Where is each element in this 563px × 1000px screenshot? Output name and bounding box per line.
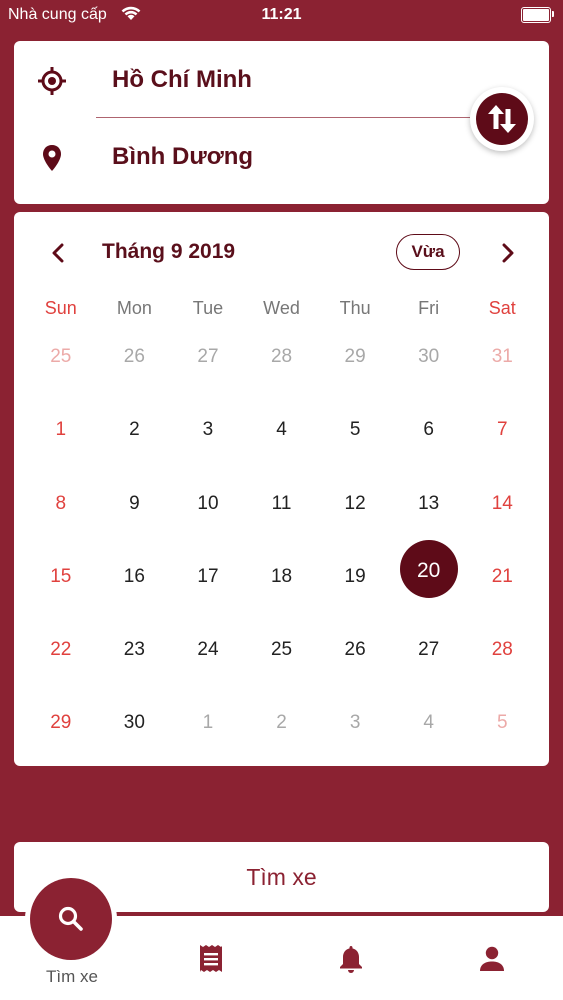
calendar-day[interactable]: 5 [465,692,539,765]
calendar-week: 15 16 17 18 19 20 21 [24,539,539,619]
calendar-day[interactable]: 9 [98,473,172,546]
origin-name: Hồ Chí Minh [112,66,252,93]
calendar-day[interactable]: 24 [171,619,245,692]
calendar-day[interactable]: 25 [24,326,98,399]
calendar-day[interactable]: 15 [24,546,98,619]
calendar-week: 8 9 10 11 12 13 14 [24,473,539,546]
weekday-label: Wed [263,298,300,318]
month-title: Tháng 9 2019 [102,240,236,263]
calendar-day[interactable]: 4 [392,692,466,765]
tab-notifications[interactable] [337,944,365,979]
calendar-day[interactable]: 27 [392,619,466,692]
calendar-week: 1 2 3 4 5 6 7 [24,399,539,472]
weekday-header: Sun Mon Tue Wed Thu Fri Sat [24,298,539,322]
route-divider [96,117,470,118]
calendar-day[interactable]: 5 [318,399,392,472]
weekday-label: Mon [116,298,152,318]
calendar-header: Tháng 9 2019 Vừa [14,212,549,292]
calendar-week: 29 30 1 2 3 4 5 [24,692,539,765]
calendar-day[interactable]: 19 [318,546,392,619]
tab-account[interactable] [478,944,506,979]
calendar-day[interactable]: 17 [171,546,245,619]
calendar-day[interactable]: 23 [98,619,172,692]
route-card: Hồ Chí Minh Bình Dương [14,41,549,204]
calendar-day[interactable]: 3 [171,399,245,472]
calendar-day[interactable]: 28 [245,326,319,399]
calendar-day[interactable]: 26 [98,326,172,399]
calendar-day[interactable]: 16 [98,546,172,619]
tab-search[interactable] [30,878,112,960]
calendar-day[interactable]: 29 [24,692,98,765]
calendar-day[interactable]: 31 [465,326,539,399]
calendar-day[interactable]: 10 [171,473,245,546]
swap-icon [488,105,516,133]
calendar-day[interactable]: 14 [465,473,539,546]
bell-icon [340,946,362,973]
calendar-day[interactable]: 1 [24,399,98,472]
status-bar: Nhà cung cấp 11:21 [0,0,563,32]
calendar-day[interactable]: 8 [24,473,98,546]
calendar-day-selected[interactable]: 20 [392,539,466,619]
user-icon [480,946,504,971]
next-month-button[interactable] [492,238,522,268]
target-location-icon [36,65,68,97]
search-icon [58,906,83,931]
tab-tickets[interactable] [197,944,225,979]
weekday-label: Fri [418,298,440,318]
status-time: 11:21 [261,6,302,23]
weekday-label: Sat [488,298,516,318]
calendar-day[interactable]: 2 [245,692,319,765]
calendar-day[interactable]: 27 [171,326,245,399]
calendar-day[interactable]: 13 [392,473,466,546]
calendar-day[interactable]: 1 [171,692,245,765]
today-button[interactable]: Vừa [396,234,460,270]
calendar-day[interactable]: 28 [465,619,539,692]
tab-search-label: Tìm xe [46,967,98,986]
calendar-day[interactable]: 2 [98,399,172,472]
chevron-right-icon [502,243,514,263]
calendar-day[interactable]: 29 [318,326,392,399]
calendar-day[interactable]: 30 [392,326,466,399]
calendar-day[interactable]: 11 [245,473,319,546]
destination-row[interactable]: Bình Dương [14,126,549,186]
calendar-day[interactable]: 3 [318,692,392,765]
calendar-day[interactable]: 6 [392,399,466,472]
calendar-day[interactable]: 7 [465,399,539,472]
calendar-week: 22 23 24 25 26 27 28 [24,619,539,692]
calendar-day[interactable]: 4 [245,399,319,472]
prev-month-button[interactable] [44,238,74,268]
chevron-left-icon [52,243,64,263]
origin-row[interactable]: Hồ Chí Minh [14,49,549,109]
calendar-day[interactable]: 26 [318,619,392,692]
calendar-day[interactable]: 30 [98,692,172,765]
swap-route-button[interactable] [470,87,534,151]
calendar-day[interactable]: 25 [245,619,319,692]
destination-name: Bình Dương [112,143,254,170]
weekday-label: Thu [339,298,371,318]
weekday-label: Sun [44,298,77,318]
calendar-day[interactable]: 12 [318,473,392,546]
calendar-day[interactable]: 22 [24,619,98,692]
calendar-card: Tháng 9 2019 Vừa Sun Mon Tue Wed Thu Fri… [14,212,549,766]
calendar-day[interactable]: 18 [245,546,319,619]
weekday-label: Tue [192,298,224,318]
calendar-day[interactable]: 21 [465,546,539,619]
calendar-week: 25 26 27 28 29 30 31 [24,326,539,399]
map-pin-icon [36,142,68,174]
calendar-grid: 25 26 27 28 29 30 31 1 2 3 4 5 6 7 8 9 1… [24,326,539,766]
battery-icon [521,7,554,23]
ticket-icon [200,945,222,972]
